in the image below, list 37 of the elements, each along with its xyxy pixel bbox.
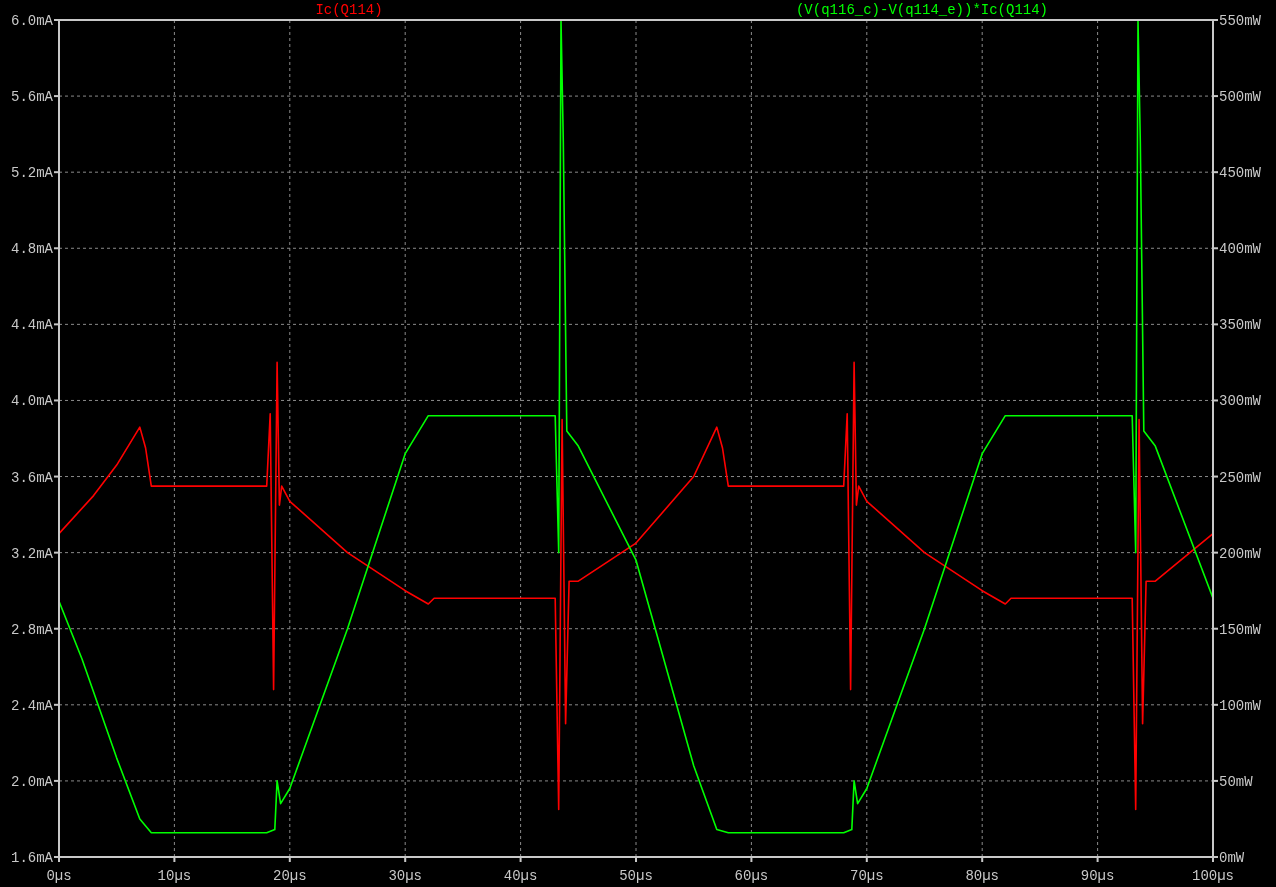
x-axis-label: 30µs bbox=[388, 868, 422, 884]
y-axis-label: 6.0mA bbox=[11, 13, 53, 29]
y-axis-label: 450mW bbox=[1219, 165, 1261, 182]
legend-label: Ic(Q114) bbox=[315, 2, 383, 18]
x-axis-label: 40µs bbox=[503, 868, 538, 884]
y-axis-label: 5.2mA bbox=[11, 165, 53, 182]
y-axis-label: 3.6mA bbox=[11, 469, 53, 486]
y-axis-label: 2.4mA bbox=[11, 697, 53, 714]
y-axis-label: 5.6mA bbox=[11, 89, 53, 106]
x-axis-label: 50µs bbox=[619, 868, 653, 884]
x-axis-label: 10µs bbox=[157, 868, 192, 884]
y-axis-label: 50mW bbox=[1219, 773, 1253, 790]
y-axis-label: 200mW bbox=[1219, 545, 1261, 562]
y-axis-label: 4.8mA bbox=[11, 241, 53, 258]
y-axis-label: 4.0mA bbox=[11, 393, 53, 410]
x-axis-label: 20µs bbox=[273, 868, 307, 884]
x-axis-label: 90µs bbox=[1080, 868, 1115, 884]
y-axis-label: 1.6mA bbox=[11, 850, 53, 866]
y-axis-label: 350mW bbox=[1219, 317, 1261, 334]
y-axis-label: 500mW bbox=[1219, 89, 1261, 106]
y-axis-label: 300mW bbox=[1219, 393, 1261, 410]
y-axis-label: 2.8mA bbox=[11, 621, 53, 638]
y-axis-label: 0mW bbox=[1219, 850, 1245, 866]
y-axis-label: 2.0mA bbox=[11, 773, 53, 790]
x-axis-label: 0µs bbox=[46, 868, 72, 884]
x-axis-label: 100µs bbox=[1192, 868, 1234, 884]
y-axis-label: 250mW bbox=[1219, 469, 1261, 486]
y-axis-label: 400mW bbox=[1219, 241, 1261, 258]
y-axis-label: 150mW bbox=[1219, 621, 1261, 638]
y-axis-label: 4.4mA bbox=[11, 317, 53, 334]
y-axis-label: 100mW bbox=[1219, 697, 1261, 714]
x-axis-label: 80µs bbox=[965, 868, 999, 884]
legend-label: (V(q116_c)-V(q114_e))*Ic(Q114) bbox=[796, 2, 1048, 18]
y-axis-label: 3.2mA bbox=[11, 545, 53, 562]
x-axis-label: 60µs bbox=[734, 868, 769, 884]
x-axis-label: 70µs bbox=[850, 868, 884, 884]
y-axis-label: 550mW bbox=[1219, 13, 1261, 29]
